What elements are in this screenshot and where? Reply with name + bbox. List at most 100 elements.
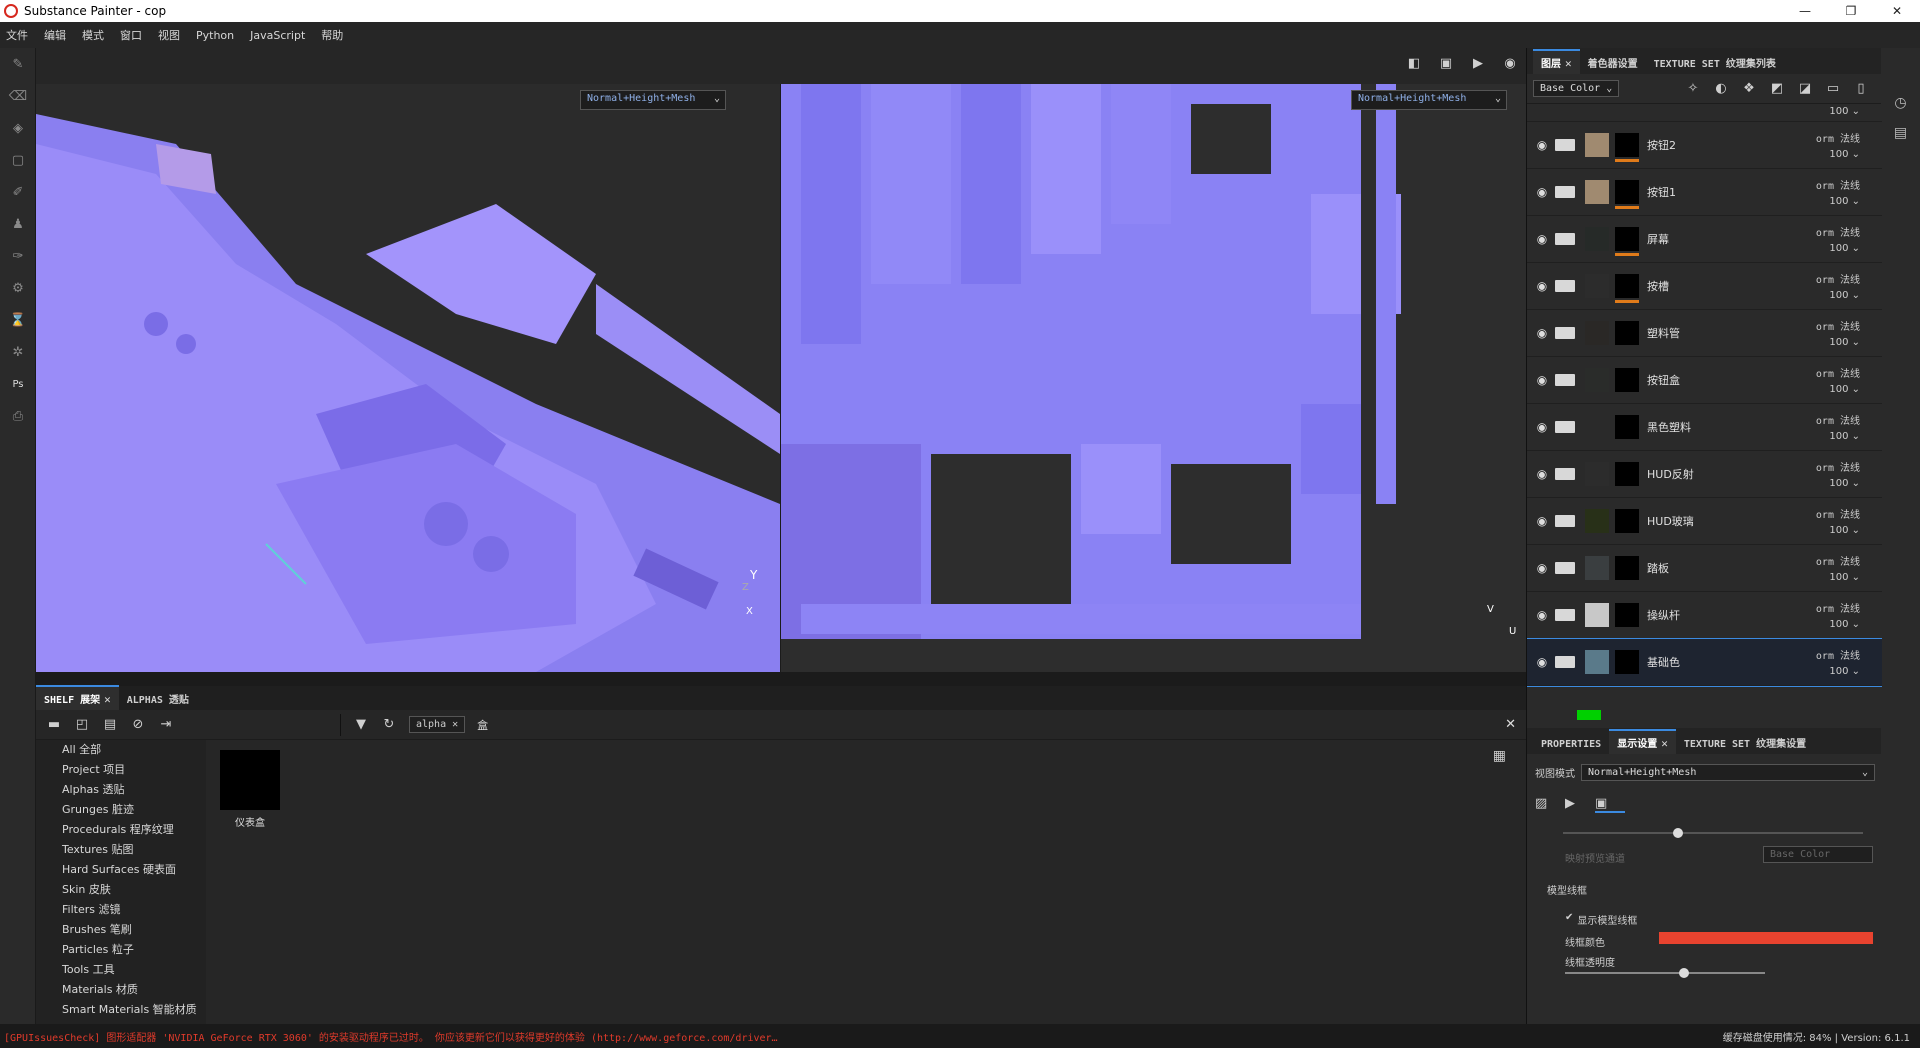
photoshop-icon[interactable]: Ps [0, 368, 36, 400]
layer-opacity[interactable]: 100 [1829, 572, 1860, 583]
history-icon[interactable]: ◷ [1881, 88, 1920, 118]
minimize-button[interactable]: — [1782, 0, 1828, 22]
layer-row[interactable]: ◉ 塑料管 orm 法线 100 [1527, 310, 1882, 357]
close-icon[interactable]: ✕ [1661, 737, 1668, 750]
shelf-category[interactable]: Procedurals 程序纹理 [36, 820, 206, 840]
menu-view[interactable]: 视图 [158, 27, 180, 43]
layer-mask-thumbnail[interactable] [1615, 368, 1639, 392]
layer-opacity[interactable]: 100 [1829, 243, 1860, 254]
screenshot-icon[interactable]: ◉ [1494, 56, 1526, 71]
shelf-category[interactable]: Textures 贴图 [36, 840, 206, 860]
add-folder-icon[interactable]: ▭ [1819, 81, 1847, 96]
blend-mode[interactable]: orm 法线 [1816, 459, 1860, 474]
top-slider[interactable] [1563, 828, 1863, 838]
tab-shelf[interactable]: SHELF 展架 ✕ [36, 685, 119, 710]
close-button[interactable]: ✕ [1874, 0, 1920, 22]
clear-search-icon[interactable]: ✕ [1505, 717, 1516, 732]
layer-mask-thumbnail[interactable] [1615, 133, 1639, 162]
layer-mask-thumbnail[interactable] [1615, 603, 1639, 627]
show-wireframe-checkbox[interactable]: ✔ 显示模型线框 [1565, 912, 1637, 927]
layer-row[interactable]: ◉ 按钮盒 orm 法线 100 [1527, 357, 1882, 404]
shelf-item[interactable]: 仪表盒 [220, 750, 280, 829]
geometry-mask-icon[interactable]: ▢ [0, 144, 36, 176]
camera-settings-icon[interactable]: ▶ [1565, 796, 1595, 813]
shelf-category[interactable]: Smart Materials 智能材质 [36, 1000, 206, 1020]
blend-mode[interactable]: orm 法线 [1816, 553, 1860, 568]
layer-opacity[interactable]: 100 [1829, 196, 1860, 207]
add-effect-icon[interactable]: ✧ [1679, 81, 1707, 96]
layer-row[interactable]: ◉ 黑色塑料 orm 法线 100 [1527, 404, 1882, 451]
eye-icon[interactable]: ◉ [1531, 561, 1553, 575]
paint-brush-icon[interactable]: ✎ [0, 48, 36, 80]
new-shelf-icon[interactable]: ◰ [68, 717, 96, 732]
layer-opacity[interactable]: 100 [1829, 478, 1860, 489]
preview-channel-select[interactable]: Base Color [1763, 846, 1873, 863]
shelf-category[interactable]: Brushes 笔刷 [36, 920, 206, 940]
import-icon[interactable]: ⇥ [152, 717, 180, 732]
export-icon[interactable]: ⎙ [0, 400, 36, 432]
viewport-mode-select-left[interactable]: Normal+Height+Mesh ⌄ [580, 90, 726, 110]
shelf-category[interactable]: Project 项目 [36, 760, 206, 780]
camera-icon[interactable]: ▶ [1462, 56, 1494, 71]
tab-texture-set-settings[interactable]: TEXTURE SET 纹理集设置 [1676, 731, 1814, 754]
layer-mask-thumbnail[interactable] [1615, 180, 1639, 209]
eye-icon[interactable]: ◉ [1531, 185, 1553, 199]
shelf-category[interactable]: Grunges 脏迹 [36, 800, 206, 820]
color-picker-icon[interactable]: ✑ [0, 240, 36, 272]
maximize-button[interactable]: ❐ [1828, 0, 1874, 22]
view-cube-icon[interactable]: ▣ [1430, 56, 1462, 71]
layer-row[interactable]: ◉ 屏幕 orm 法线 100 [1527, 216, 1882, 263]
tab-layers[interactable]: 图层 ✕ [1533, 49, 1580, 74]
delete-layer-icon[interactable]: ▯ [1847, 81, 1875, 96]
refresh-icon[interactable]: ↻ [375, 717, 403, 732]
channel-select[interactable]: Base Color ⌄ [1533, 80, 1620, 97]
shelf-category[interactable]: Hard Surfaces 硬表面 [36, 860, 206, 880]
layer-row[interactable]: ◉ HUD反射 orm 法线 100 [1527, 451, 1882, 498]
eye-icon[interactable]: ◉ [1531, 608, 1553, 622]
eye-icon[interactable]: ◉ [1531, 467, 1553, 481]
wire-color-swatch[interactable] [1659, 932, 1873, 944]
tab-texture-set-list[interactable]: TEXTURE SET 纹理集列表 [1646, 51, 1784, 74]
layer-row[interactable]: ◉ 操纵杆 orm 法线 100 [1527, 592, 1882, 639]
layer-row[interactable]: ◉ 按钮2 orm 法线 100 [1527, 122, 1882, 169]
layer-row[interactable]: ◉ HUD玻璃 orm 法线 100 [1527, 498, 1882, 545]
add-fill-layer-icon[interactable]: ❖ [1735, 81, 1763, 96]
blend-mode[interactable]: orm 法线 [1816, 506, 1860, 521]
search-chip[interactable]: alpha ✕ [409, 716, 466, 733]
layer-opacity[interactable]: 100 [1829, 384, 1860, 395]
layer-row-partial[interactable]: 100 [1527, 104, 1882, 122]
blend-mode[interactable]: orm 法线 [1816, 130, 1860, 145]
layer-row[interactable]: ◉ 踏板 orm 法线 100 [1527, 545, 1882, 592]
eye-icon[interactable]: ◉ [1531, 655, 1553, 669]
layer-opacity[interactable]: 100 [1829, 525, 1860, 536]
measure-icon[interactable]: ⌛ [0, 304, 36, 336]
environment-icon[interactable]: ▨ [1535, 796, 1565, 813]
slider-handle[interactable] [1673, 828, 1684, 838]
save-icon[interactable]: ▤ [96, 717, 124, 732]
blend-mode[interactable]: orm 法线 [1816, 224, 1860, 239]
blend-mode[interactable]: orm 法线 [1816, 318, 1860, 333]
folder-icon[interactable]: ▬ [40, 717, 68, 732]
wire-opacity-slider[interactable] [1565, 968, 1765, 978]
shelf-category[interactable]: Skin 皮肤 [36, 880, 206, 900]
layer-row[interactable]: ◉ 按槽 orm 法线 100 [1527, 263, 1882, 310]
search-input[interactable]: 盒 [477, 717, 488, 733]
menu-file[interactable]: 文件 [6, 27, 28, 43]
grid-view-icon[interactable]: ▦ [1493, 748, 1506, 764]
layer-opacity[interactable]: 100 [1829, 431, 1860, 442]
filter-icon[interactable]: ▼ [347, 717, 375, 732]
blend-mode[interactable]: orm 法线 [1816, 412, 1860, 427]
layer-opacity[interactable]: 100 [1829, 337, 1860, 348]
layer-mask-thumbnail[interactable] [1615, 556, 1639, 580]
bake-settings-icon[interactable]: ⚙ [0, 272, 36, 304]
eye-icon[interactable]: ◉ [1531, 373, 1553, 387]
projection-icon[interactable]: ◈ [0, 112, 36, 144]
shelf-category[interactable]: Particles 粒子 [36, 940, 206, 960]
shelf-category[interactable]: Alphas 透贴 [36, 780, 206, 800]
add-group-icon[interactable]: ◪ [1791, 81, 1819, 96]
layer-mask-thumbnail[interactable] [1615, 650, 1639, 674]
layer-mask-thumbnail[interactable] [1615, 321, 1639, 345]
layer-opacity[interactable]: 100 [1829, 290, 1860, 301]
menu-python[interactable]: Python [196, 29, 234, 42]
shelf-category[interactable]: Tools 工具 [36, 960, 206, 980]
